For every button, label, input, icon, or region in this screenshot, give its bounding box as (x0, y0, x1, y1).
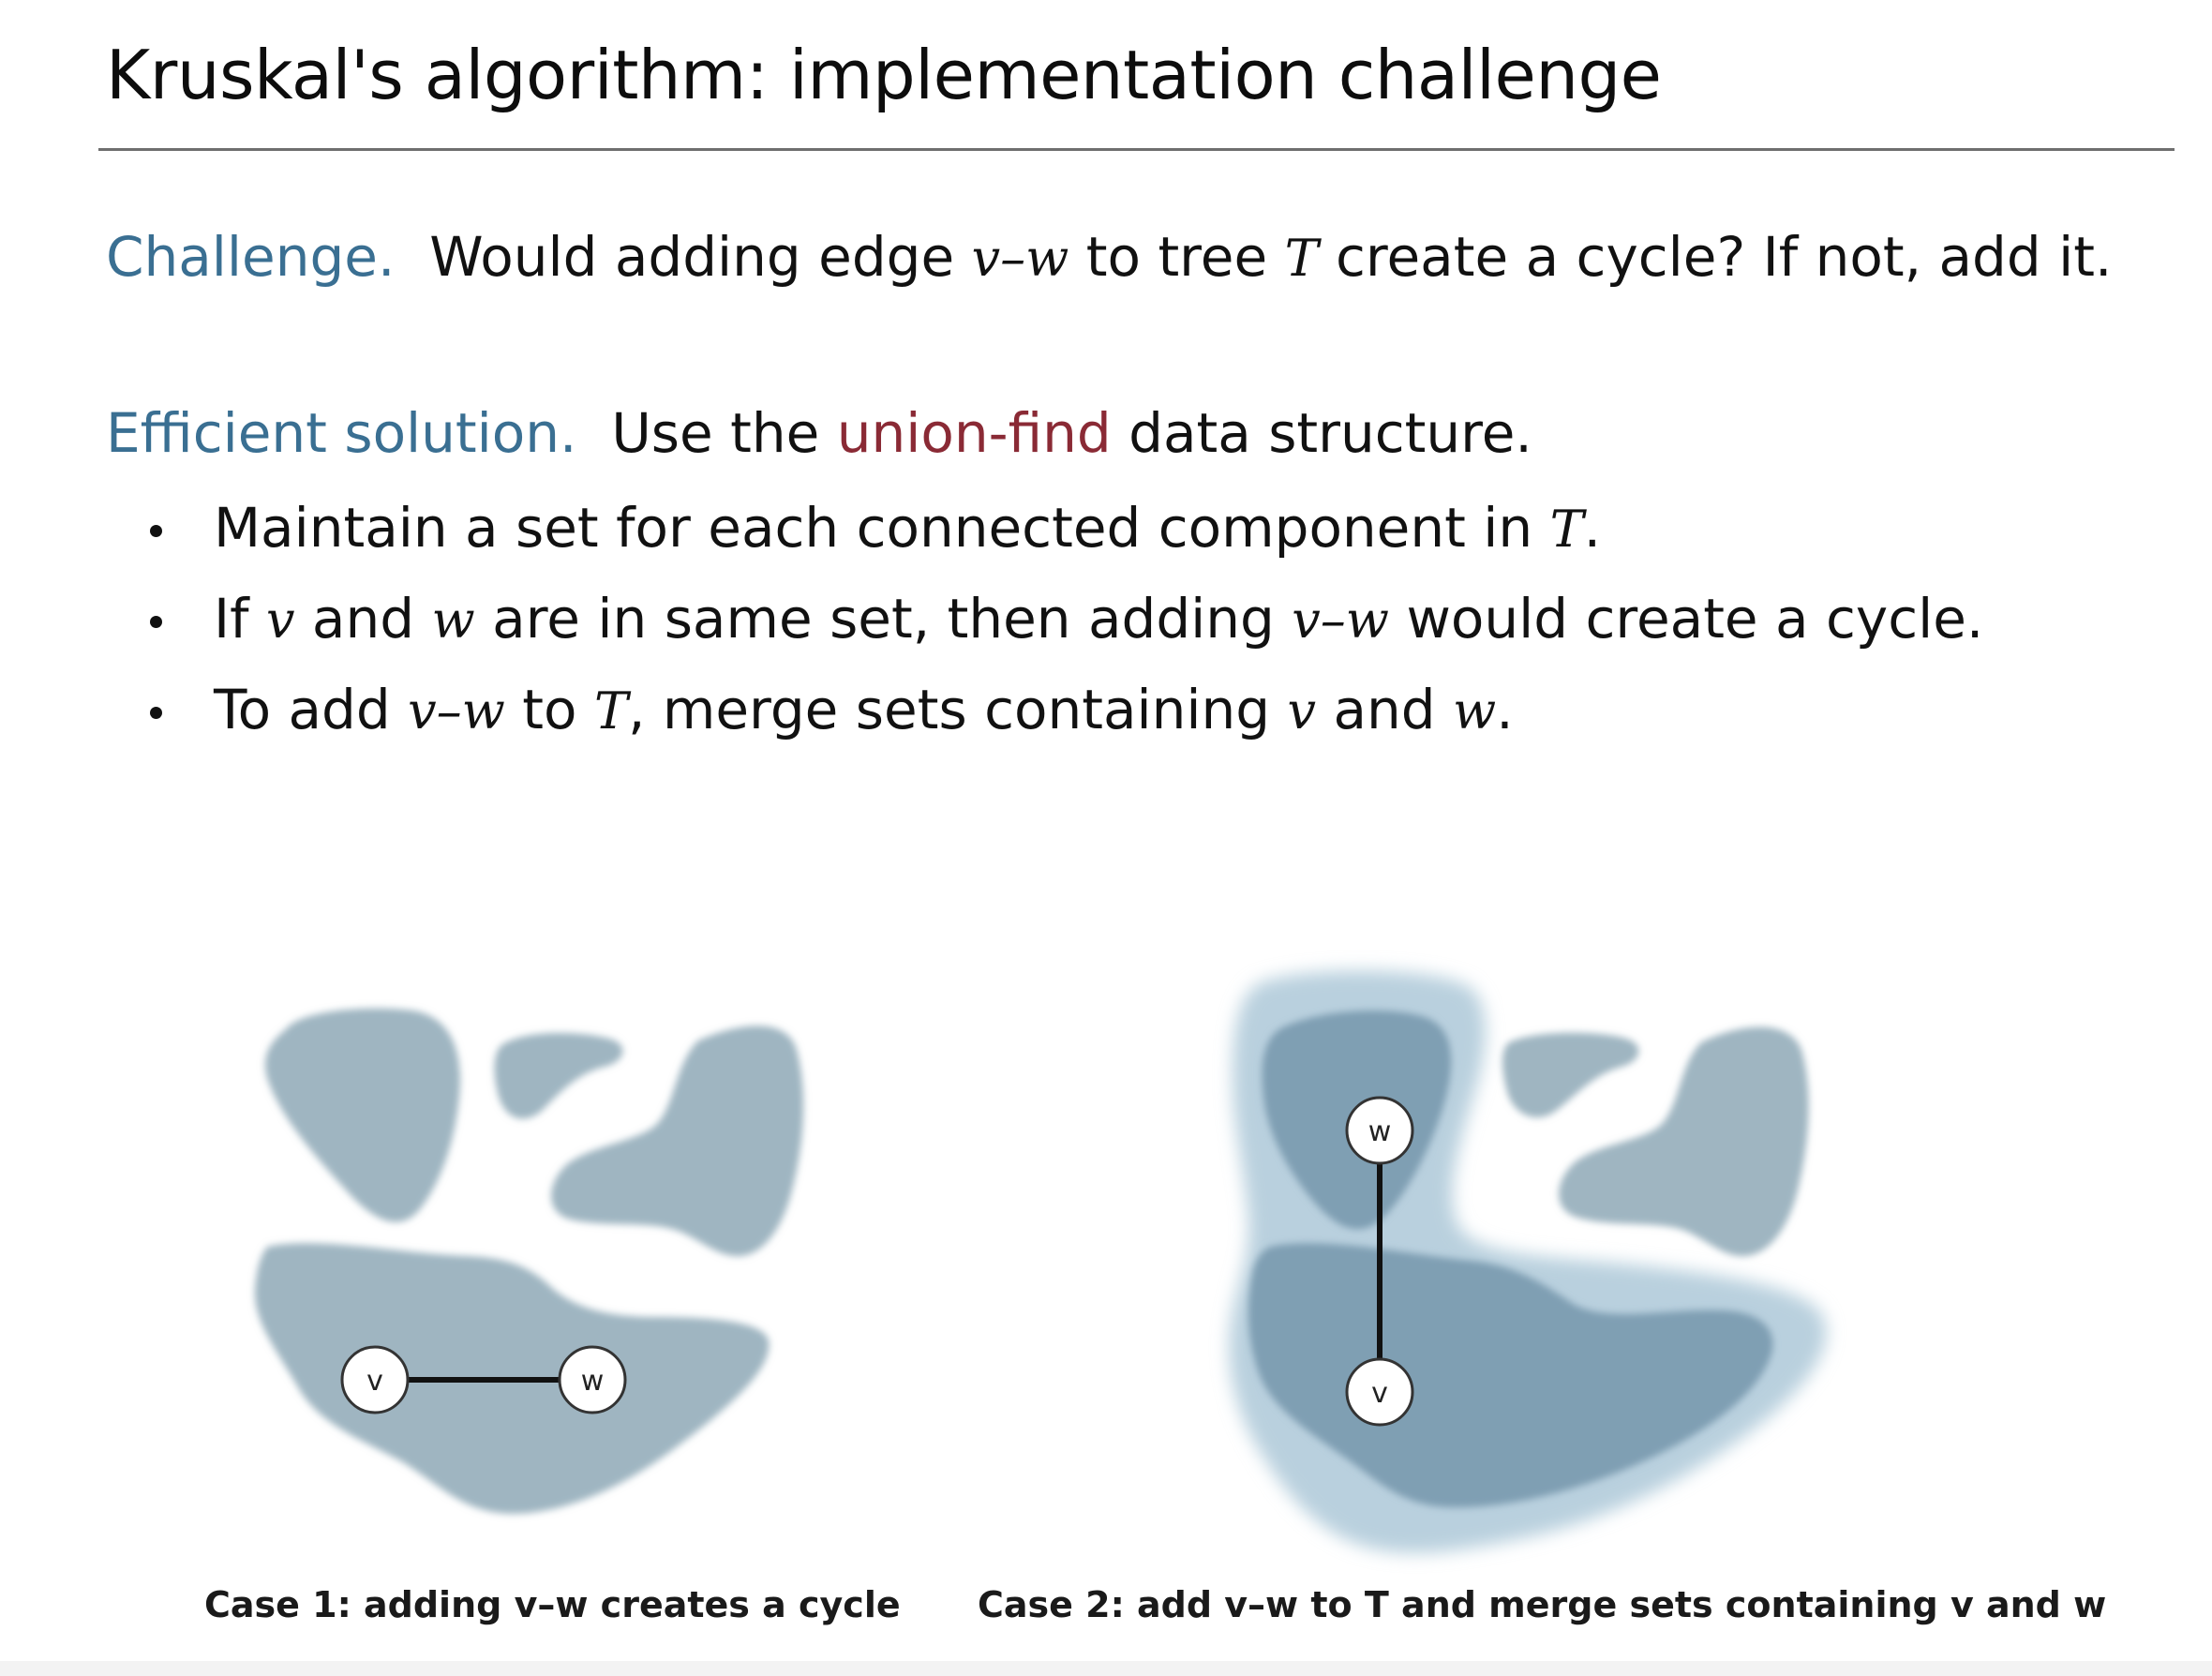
case1-component-topleft (264, 1008, 460, 1222)
case1-diagram: v w (254, 1008, 804, 1514)
case2-node-w: w (1345, 1096, 1414, 1165)
case1-component-topmid (494, 1033, 623, 1119)
case2-node-v-label: v (1371, 1377, 1388, 1410)
bottom-strip (0, 1661, 2212, 1676)
components-figure: v w w v (254, 970, 1827, 1553)
slide: Kruskal's algorithm: implementation chal… (0, 0, 2212, 1676)
case2-component-topmid (1502, 1032, 1639, 1118)
case1-node-w: w (558, 1345, 627, 1414)
case2-node-v: v (1345, 1357, 1414, 1427)
case1-node-v-label: v (366, 1365, 383, 1398)
case2-diagram: w v (1229, 970, 1827, 1553)
case1-node-v: v (340, 1345, 410, 1414)
case2-caption: Case 2: add v–w to T and merge sets cont… (978, 1584, 2107, 1625)
case1-node-w-label: w (581, 1365, 605, 1398)
case1-caption: Case 1: adding v–w creates a cycle (204, 1584, 901, 1625)
case2-node-w-label: w (1368, 1115, 1392, 1148)
